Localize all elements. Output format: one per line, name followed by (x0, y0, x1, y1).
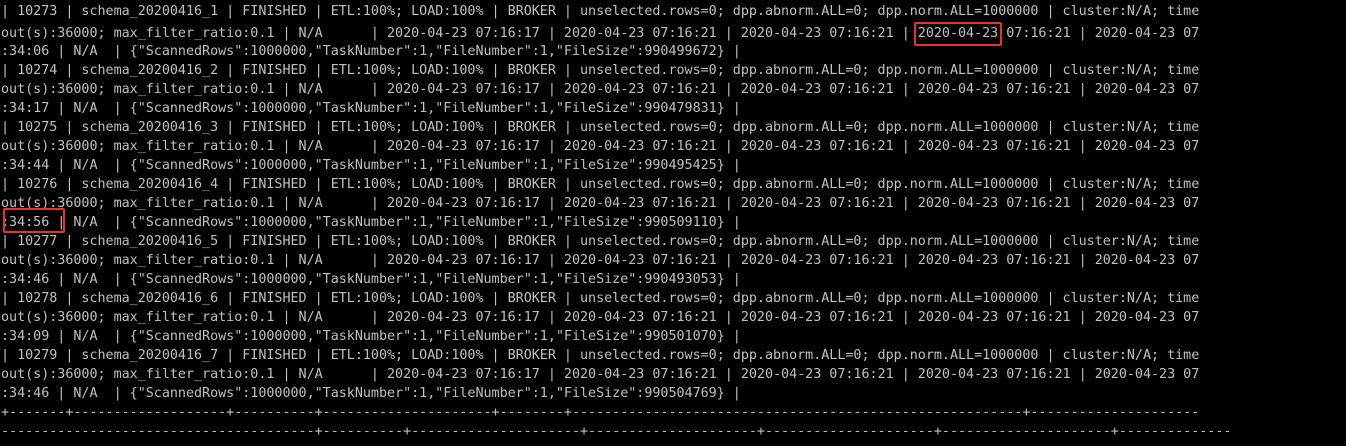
output-line: out(s):36000; max_filter_ratio:0.1 | N/A… (1, 196, 1200, 211)
output-line: out(s):36000; max_filter_ratio:0.1 | N/A… (1, 139, 1200, 154)
output-line: out(s):36000; max_filter_ratio:0.1 | N/A… (1, 367, 1200, 382)
output-line: :34:44 | N/A | {"ScannedRows":1000000,"T… (1, 158, 741, 173)
output-line: out(s):36000; max_filter_ratio:0.1 | N/A… (1, 26, 1200, 41)
output-line: | 10274 | schema_20200416_2 | FINISHED |… (1, 63, 1200, 78)
terminal-output[interactable]: | 10273 | schema_20200416_1 | FINISHED |… (0, 0, 1346, 446)
output-line: :34:56 | N/A | {"ScannedRows":1000000,"T… (1, 215, 741, 230)
output-line: | 10278 | schema_20200416_6 | FINISHED |… (1, 291, 1200, 306)
output-line: out(s):36000; max_filter_ratio:0.1 | N/A… (1, 310, 1200, 325)
output-line: | 10276 | schema_20200416_4 | FINISHED |… (1, 177, 1200, 192)
table-border-line: +-------+-------------------+----------+… (1, 405, 1200, 420)
output-line: out(s):36000; max_filter_ratio:0.1 | N/A… (1, 253, 1200, 268)
output-line: :34:06 | N/A | {"ScannedRows":1000000,"T… (1, 44, 741, 59)
table-border-line: ---------------------------------------+… (1, 424, 1232, 439)
output-line: :34:46 | N/A | {"ScannedRows":1000000,"T… (1, 386, 741, 401)
output-line: | 10275 | schema_20200416_3 | FINISHED |… (1, 120, 1200, 135)
output-line: :34:46 | N/A | {"ScannedRows":1000000,"T… (1, 272, 741, 287)
output-line: :34:17 | N/A | {"ScannedRows":1000000,"T… (1, 101, 741, 116)
output-line: out(s):36000; max_filter_ratio:0.1 | N/A… (1, 82, 1200, 97)
output-line: | 10277 | schema_20200416_5 | FINISHED |… (1, 234, 1200, 249)
output-line: | 10273 | schema_20200416_1 | FINISHED |… (1, 4, 1200, 19)
output-line: | 10279 | schema_20200416_7 | FINISHED |… (1, 348, 1200, 363)
output-line: :34:09 | N/A | {"ScannedRows":1000000,"T… (1, 329, 741, 344)
